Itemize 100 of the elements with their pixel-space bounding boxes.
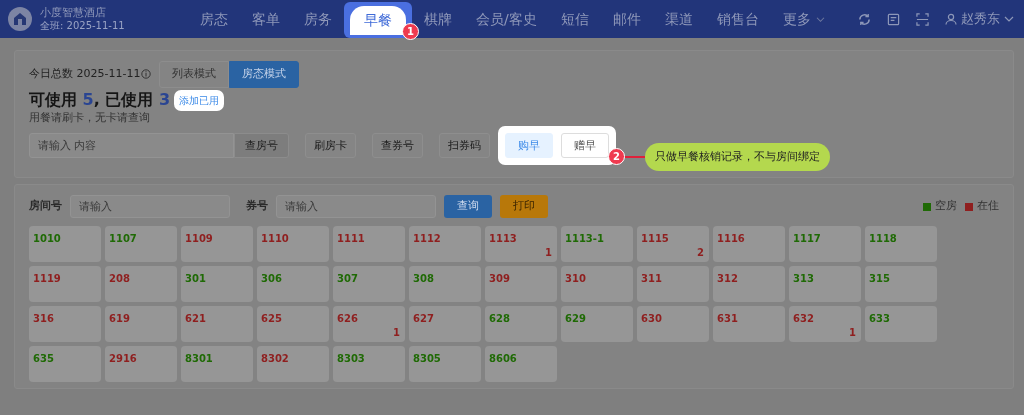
room-tile[interactable]: 8302 [257,346,329,382]
print-button[interactable]: 打印 [500,195,548,218]
view-mode-tab[interactable]: 列表模式 [159,61,230,88]
room-tile[interactable]: 301 [181,266,253,302]
nav-tab[interactable]: 房务 [292,0,344,38]
room-number: 208 [109,273,130,284]
user-name[interactable]: 赵秀东 [961,9,1000,29]
nav-tab[interactable]: 房态 [188,0,240,38]
room-count: 1 [545,246,552,260]
room-number: 619 [109,313,130,324]
room-number: 309 [489,273,510,284]
room-tile[interactable]: 627 [409,306,481,342]
room-tile[interactable]: 1119 [29,266,101,302]
room-tile[interactable]: 1115 2 [637,226,709,262]
add-used-link[interactable]: 添加已用 [174,89,225,111]
room-tile[interactable]: 1112 [409,226,481,262]
room-tile[interactable]: 1117 [789,226,861,262]
room-tile[interactable]: 315 [865,266,937,302]
nav-tab[interactable]: 渠道 [652,0,705,38]
room-number: 307 [337,273,358,284]
room-number: 1111 [337,233,365,244]
room-tile[interactable]: 309 [485,266,557,302]
room-number: 8301 [185,353,213,364]
room-tile[interactable]: 2916 [105,346,177,382]
search-button[interactable]: 查房号 [234,133,289,159]
room-tile[interactable]: 629 [561,306,633,342]
search-field[interactable]: 请输入 内容 [29,133,234,159]
hint-text: 用餐请刷卡，无卡请查询 [29,110,151,125]
room-tile[interactable]: 8303 [333,346,405,382]
nav-tab[interactable]: 销售台 [704,0,771,38]
room-tile[interactable]: 307 [333,266,405,302]
room-tile[interactable]: 8305 [409,346,481,382]
nav-tab[interactable]: 邮件 [600,0,653,38]
room-tile[interactable]: 1107 [105,226,177,262]
room-tile[interactable]: 632 1 [789,306,861,342]
nav-tab[interactable]: 更多 [770,0,837,38]
voucher-field[interactable]: 请输入 [276,195,436,218]
room-tile[interactable]: 635 [29,346,101,382]
room-number-field[interactable]: 请输入 [70,195,230,218]
room-number: 1113-1 [565,233,604,244]
room-tile[interactable]: 633 [865,306,937,342]
nav-tab[interactable]: 短信 [548,0,601,38]
nav-tab[interactable]: 客单 [240,0,292,38]
room-number: 1109 [185,233,213,244]
action-button[interactable]: 刷房卡 [305,133,356,159]
room-tile[interactable]: 8606 [485,346,557,382]
query-button[interactable]: 查询 [444,195,492,218]
room-number: 1117 [793,233,821,244]
room-number: 1010 [33,233,61,244]
room-tile[interactable]: 621 [181,306,253,342]
room-tile[interactable]: 1010 [29,226,101,262]
action-button[interactable]: 赠早 [561,133,609,159]
room-number: 8303 [337,353,365,364]
room-number: 8302 [261,353,289,364]
view-mode-tab[interactable]: 房态模式 [229,61,300,88]
room-tile[interactable]: 625 [257,306,329,342]
room-tile[interactable]: 1110 [257,226,329,262]
room-tile[interactable]: 310 [561,266,633,302]
room-tile[interactable]: 1118 [865,226,937,262]
room-count: 1 [393,326,400,340]
room-tile[interactable]: 311 [637,266,709,302]
room-number: 2916 [109,353,137,364]
room-number: 1112 [413,233,441,244]
summary-title: 今日总数 2025-11-11 [29,66,141,82]
room-tile[interactable]: 313 [789,266,861,302]
room-tile[interactable]: 630 [637,306,709,342]
room-tile[interactable]: 316 [29,306,101,342]
room-count: 2 [697,246,704,260]
field-label: 券号 [246,198,268,215]
room-number: 629 [565,313,586,324]
room-number: 627 [413,313,434,324]
action-button[interactable]: 扫券码 [439,133,490,159]
tour-tooltip: 只做早餐核销记录，不与房间绑定 [645,142,830,171]
room-tile[interactable]: 626 1 [333,306,405,342]
nav-tab[interactable]: 会员/客史 [464,0,549,38]
hotel-name: 小度智慧酒店 [40,6,107,20]
room-tile[interactable]: 308 [409,266,481,302]
room-tile[interactable]: 1113-1 [561,226,633,262]
room-number: 633 [869,313,890,324]
room-number: 631 [717,313,738,324]
room-tile[interactable]: 1116 [713,226,785,262]
room-tile[interactable]: 208 [105,266,177,302]
room-tile[interactable]: 8301 [181,346,253,382]
room-tile[interactable]: 619 [105,306,177,342]
room-tile[interactable]: 1111 [333,226,405,262]
room-tile[interactable]: 1109 [181,226,253,262]
room-number: 1107 [109,233,137,244]
action-button[interactable]: 购早 [505,133,553,159]
legend-label: 在住 [977,198,999,215]
room-tile[interactable]: 306 [257,266,329,302]
room-tile[interactable]: 1113 1 [485,226,557,262]
field-label: 房间号 [29,198,62,215]
room-tile[interactable]: 312 [713,266,785,302]
room-number: 8606 [489,353,517,364]
room-number: 311 [641,273,662,284]
room-number: 1115 [641,233,669,244]
room-tile[interactable]: 628 [485,306,557,342]
room-number: 301 [185,273,206,284]
action-button[interactable]: 查券号 [372,133,423,159]
room-tile[interactable]: 631 [713,306,785,342]
